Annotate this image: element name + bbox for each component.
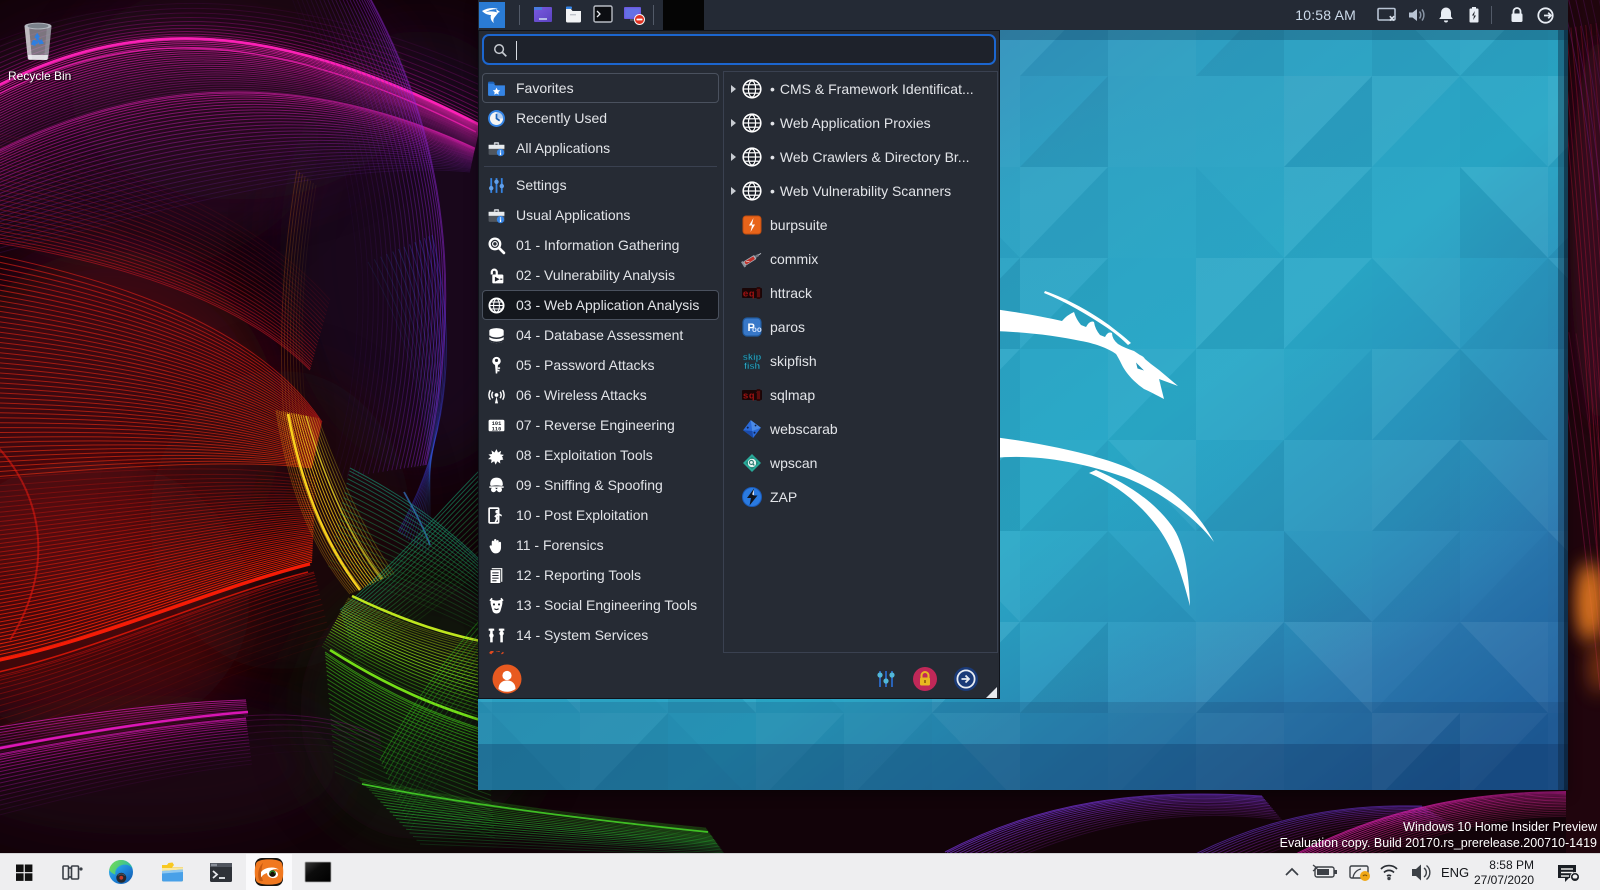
svg-text:oo: oo [752,325,762,334]
svg-text:110: 110 [492,426,501,432]
svg-text:fish: fish [744,361,761,371]
